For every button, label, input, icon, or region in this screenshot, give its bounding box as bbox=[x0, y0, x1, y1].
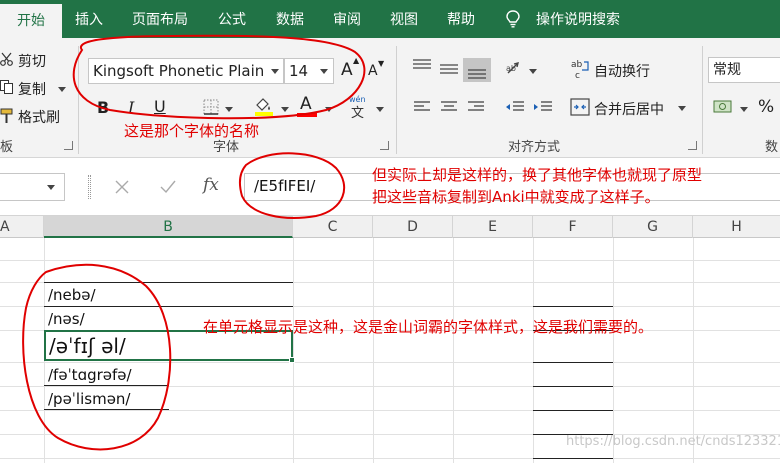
formula-value-circle bbox=[238, 152, 346, 219]
formula-annotation-line2: 把这些音标复制到Anki中就变成了这样子。 bbox=[372, 188, 660, 206]
cells-circle bbox=[22, 263, 172, 451]
annotation-overlay bbox=[22, 34, 366, 451]
font-name-annotation: 这是那个字体的名称 bbox=[124, 122, 260, 140]
formula-annotation-line1: 但实际上却是这样的，换了其他字体也就现了原型 bbox=[372, 166, 703, 184]
watermark: https://blog.csdn.net/cnds123321 bbox=[566, 434, 780, 449]
font-name-circle bbox=[72, 34, 366, 120]
cell-annotation: 在单元格显示是这种，这是金山词霸的字体样式，这是我们需要的。 bbox=[203, 318, 654, 336]
